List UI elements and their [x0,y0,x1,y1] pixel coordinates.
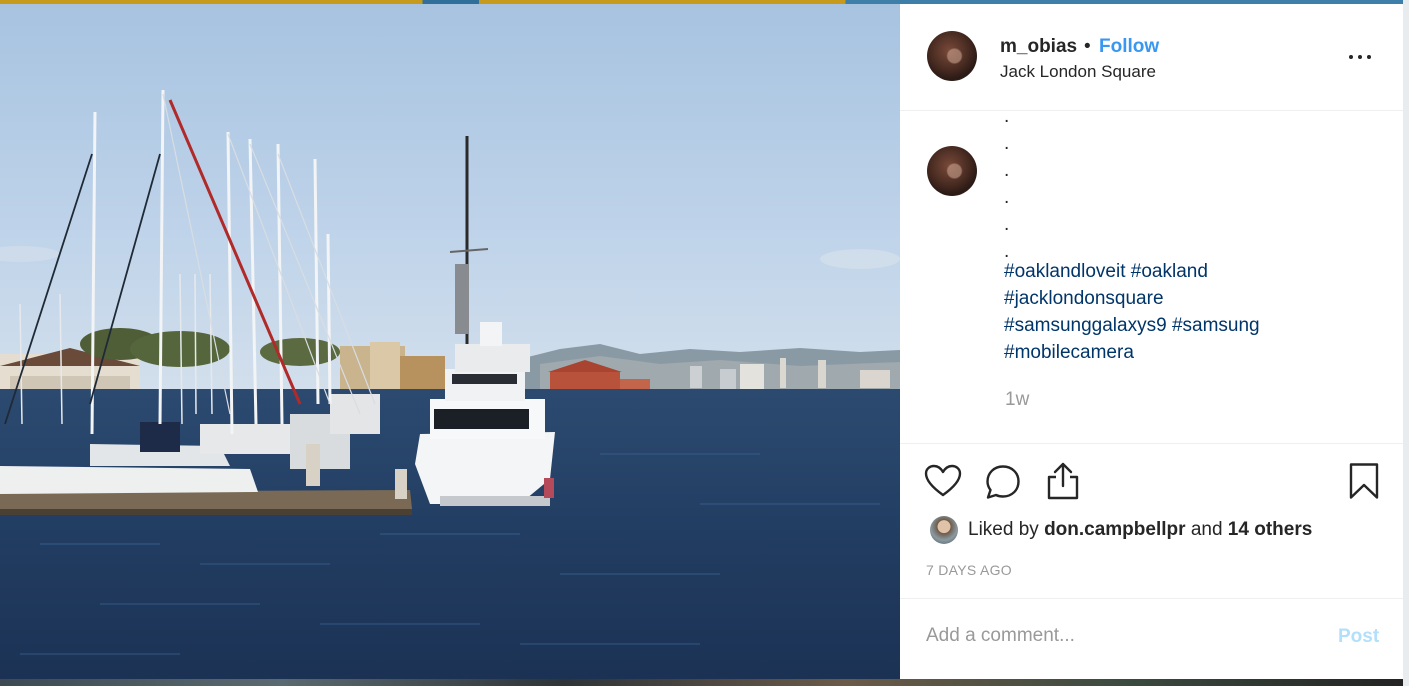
hashtag-link[interactable]: #jacklondonsquare [1004,288,1164,309]
bookmark-icon[interactable] [1348,462,1380,505]
caption-time-ago[interactable]: 1w [1005,389,1029,411]
share-icon[interactable] [1045,461,1081,506]
post-comment-button[interactable]: Post [1338,626,1379,648]
comment-bubble-icon[interactable] [985,464,1021,505]
background-feed-strip-right [1403,0,1409,686]
post-header: m_obias • Follow Jack London Square [900,4,1403,111]
comment-input[interactable] [926,621,1316,651]
likes-prefix: Liked by [968,519,1039,540]
post-location[interactable]: Jack London Square [1000,62,1156,82]
post-photo[interactable] [0,4,900,679]
caption-dots: . . . . . . [1004,111,1009,265]
follow-button[interactable]: Follow [1099,36,1159,58]
caption-area: . . . . . . #oaklandloveit #oakland #jac… [900,111,1403,444]
hashtag-link[interactable]: #samsunggalaxys9 [1004,315,1167,336]
liker-avatar[interactable] [930,516,958,544]
caption-hashtags: #oaklandloveit #oakland #jacklondonsquar… [1004,258,1384,366]
background-feed-strip-bottom [0,679,1409,686]
caption-dot-line: . [1004,160,1010,181]
hashtag-link[interactable]: #samsung [1172,315,1260,336]
likes-joiner: and [1190,519,1223,540]
liker-username[interactable]: don.campbellpr [1044,519,1185,540]
caption-dot-line: . [1004,111,1010,127]
post-date[interactable]: 7 DAYS AGO [926,562,1012,578]
caption-dot-line: . [1004,214,1010,235]
hashtag-link[interactable]: #oakland [1131,261,1208,282]
author-username[interactable]: m_obias [1000,36,1077,58]
caption-dot-line: . [1004,187,1010,208]
author-avatar[interactable] [927,31,977,81]
hashtag-link[interactable]: #mobilecamera [1004,342,1134,363]
post-side-panel: m_obias • Follow Jack London Square . . … [900,4,1403,679]
hashtag-link[interactable]: #oaklandloveit [1004,261,1125,282]
comment-form: Post [900,599,1403,679]
likes-text: Liked by don.campbellpr and 14 others [968,519,1312,541]
heart-icon[interactable] [924,464,962,503]
more-options-icon[interactable] [1347,50,1375,64]
page-backdrop: m_obias • Follow Jack London Square . . … [0,0,1409,686]
caption-dot-line: . [1004,133,1010,154]
marina-photo [0,4,900,679]
header-separator: • [1084,36,1091,57]
likes-others-link[interactable]: 14 others [1228,519,1312,540]
post-actions: Liked by don.campbellpr and 14 others 7 … [900,444,1403,599]
caption-author-avatar[interactable] [927,146,977,196]
